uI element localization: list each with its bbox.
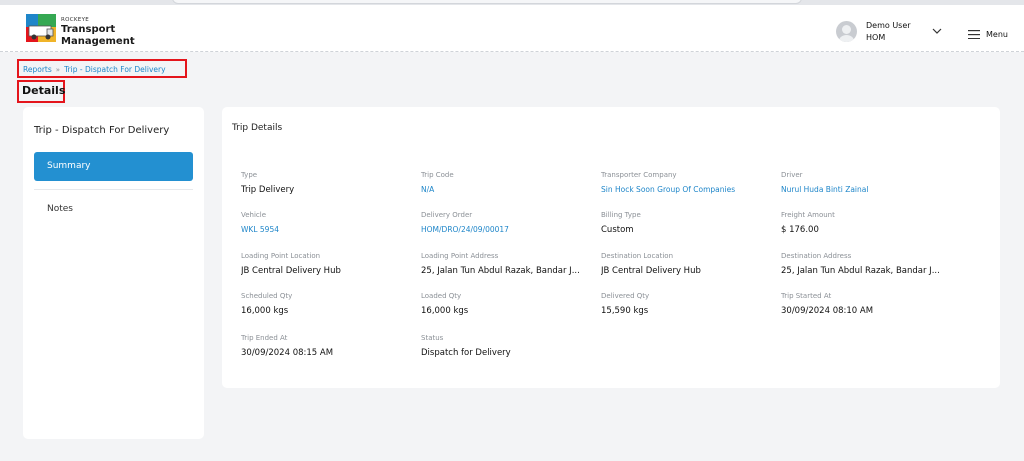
field-trip-code: Trip Code N/A [421, 171, 454, 194]
field-value: 30/09/2024 08:10 AM [781, 306, 874, 316]
field-delivery-order: Delivery Order HOM/DRO/24/09/00017 [421, 211, 509, 234]
field-trip-started-at: Trip Started At 30/09/2024 08:10 AM [781, 292, 873, 316]
field-value: Trip Delivery [241, 185, 295, 195]
top-bar: ROCKEYE Transport Management Demo User H… [0, 5, 1024, 52]
field-value: $ 176.00 [781, 225, 819, 235]
field-label: Freight Amount [781, 211, 835, 219]
field-value[interactable]: N/A [421, 185, 454, 194]
field-value: 30/09/2024 08:15 AM [241, 348, 334, 358]
field-label: Transporter Company [601, 171, 677, 179]
sidebar-item-notes[interactable]: Notes [47, 204, 73, 214]
breadcrumb-reports-link[interactable]: Reports [23, 65, 52, 74]
field-trip-ended-at: Trip Ended At 30/09/2024 08:15 AM [241, 334, 333, 358]
sidebar-item-summary[interactable]: Summary [34, 152, 193, 181]
field-type: Type Trip Delivery [241, 171, 294, 195]
field-value: Custom [601, 225, 634, 235]
chevron-down-icon[interactable] [931, 27, 943, 35]
field-billing-type: Billing Type Custom [601, 211, 641, 235]
hamburger-icon [968, 29, 980, 39]
field-label: Loading Point Location [241, 252, 321, 260]
field-value: 15,590 kgs [601, 306, 649, 316]
field-label: Destination Location [601, 252, 673, 260]
field-value[interactable]: HOM/DRO/24/09/00017 [421, 225, 509, 234]
field-label: Delivery Order [421, 211, 473, 219]
brand-name-line-1: Transport [61, 24, 116, 35]
field-value[interactable]: Sin Hock Soon Group Of Companies [601, 185, 735, 194]
field-delivered-qty: Delivered Qty 15,590 kgs [601, 292, 649, 316]
brand-name-line-2: Management [61, 36, 135, 47]
field-label: Delivered Qty [601, 292, 650, 300]
field-destination-address: Destination Address 25, Jalan Tun Abdul R… [781, 252, 940, 276]
field-loading-point-location: Loading Point Location JB Central Deliver… [241, 252, 341, 276]
field-label: Scheduled Qty [241, 292, 293, 300]
field-driver: Driver Nurul Huda Binti Zainal [781, 171, 868, 194]
field-status: Status Dispatch for Delivery [421, 334, 511, 358]
field-label: Loading Point Address [421, 252, 499, 260]
field-label: Trip Ended At [241, 334, 288, 342]
breadcrumb: Reports » Trip - Dispatch For Delivery [23, 65, 166, 74]
field-value[interactable]: WKL 5954 [241, 225, 279, 234]
sidebar-title: Trip - Dispatch For Delivery [34, 125, 170, 136]
field-destination-location: Destination Location JB Central Delivery … [601, 252, 701, 276]
trip-details-title: Trip Details [232, 123, 283, 133]
field-label: Billing Type [601, 211, 641, 219]
field-label: Loaded Qty [421, 292, 462, 300]
field-freight-amount: Freight Amount $ 176.00 [781, 211, 835, 235]
truck-logo-icon [26, 14, 56, 42]
field-label: Vehicle [241, 211, 267, 219]
field-value[interactable]: Nurul Huda Binti Zainal [781, 185, 868, 194]
brand-tagline: ROCKEYE [61, 17, 90, 23]
field-vehicle: Vehicle WKL 5954 [241, 211, 279, 234]
user-name[interactable]: Demo User [866, 21, 911, 30]
page-title: Details [22, 84, 66, 97]
sidebar-card: Trip - Dispatch For Delivery Summary Not… [23, 107, 204, 439]
address-bar[interactable] [172, 0, 802, 4]
field-label: Status [421, 334, 444, 342]
field-scheduled-qty: Scheduled Qty 16,000 kgs [241, 292, 292, 316]
menu-label: Menu [986, 29, 1008, 39]
field-value: 25, Jalan Tun Abdul Razak, Bandar J... [421, 266, 580, 276]
field-value: 16,000 kgs [241, 306, 289, 316]
field-label: Type [241, 171, 258, 179]
sidebar-divider [34, 189, 193, 190]
user-branch[interactable]: HOM [866, 33, 885, 42]
field-loaded-qty: Loaded Qty 16,000 kgs [421, 292, 468, 316]
field-label: Trip Code [421, 171, 454, 179]
field-label: Trip Started At [781, 292, 832, 300]
avatar[interactable] [836, 21, 857, 42]
field-value: JB Central Delivery Hub [241, 266, 341, 276]
field-value: 16,000 kgs [421, 306, 469, 316]
menu-button[interactable]: Menu [968, 27, 1008, 41]
field-value: 25, Jalan Tun Abdul Razak, Bandar J... [781, 266, 940, 276]
field-value: JB Central Delivery Hub [601, 266, 701, 276]
trip-details-card: Trip Details Type Trip Delivery Trip Code N… [222, 107, 1000, 388]
breadcrumb-separator-icon: » [55, 65, 61, 74]
field-value: Dispatch for Delivery [421, 348, 511, 358]
field-label: Driver [781, 171, 803, 179]
field-label: Destination Address [781, 252, 852, 260]
field-loading-point-address: Loading Point Address 25, Jalan Tun Abdul… [421, 252, 580, 276]
breadcrumb-current[interactable]: Trip - Dispatch For Delivery [64, 65, 165, 74]
field-transporter-company: Transporter Company Sin Hock Soon Group O… [601, 171, 735, 194]
